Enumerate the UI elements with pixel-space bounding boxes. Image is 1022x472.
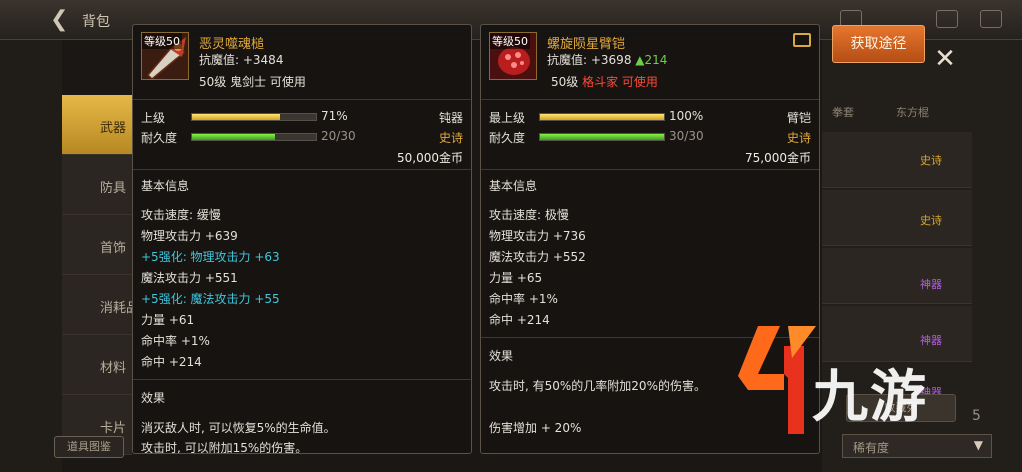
section-basic-info: 基本信息: [489, 179, 538, 193]
item-type: 钝器: [438, 111, 463, 125]
list-item[interactable]: [822, 132, 972, 188]
usage-prefix: 50级: [551, 75, 583, 89]
sort-select-label: 稀有度: [853, 441, 890, 455]
resist-label: 抗魔值:: [199, 53, 243, 67]
category-tabs: 武器 防具 首饰 消耗品 材料 卡片: [62, 95, 132, 455]
item-codex-button[interactable]: 道具图鉴: [54, 436, 124, 458]
resist-number: +3698: [590, 53, 632, 67]
stat-line: 命中率 +1%: [489, 292, 558, 306]
durability-bar-fill: [540, 134, 664, 140]
column-header-fist: 拳套: [832, 106, 854, 119]
resist-value: 抗魔值: +3484: [199, 51, 283, 68]
usage-suffix: 可使用: [618, 75, 658, 89]
durability-bar-fill: [192, 134, 275, 140]
effect-line: 消灭敌人时, 可以恢复5%的生命值。: [141, 421, 336, 435]
item-name: 螺旋陨星臂铠: [547, 37, 626, 52]
rarity-tag: 神器: [920, 334, 942, 347]
tab-accessory[interactable]: 首饰: [62, 215, 132, 275]
resist-number: +3484: [242, 53, 284, 67]
divider: [133, 99, 471, 100]
durability-value: 20/30: [321, 129, 356, 143]
column-header-staff: 东方棍: [896, 106, 929, 119]
rarity-label: 史诗: [438, 131, 463, 145]
durability-bar: [191, 133, 317, 141]
stat-line-enhance: +5强化: 物理攻击力 +63: [141, 250, 280, 264]
effect-line: 伤害增加 + 20%: [489, 421, 582, 435]
durability-label: 耐久度: [489, 131, 526, 145]
stat-line: 力量 +65: [489, 271, 543, 285]
usage-class: 格斗家: [582, 75, 619, 89]
usage-requirement: 50级 格斗家 可使用: [551, 73, 658, 90]
item-type: 臂铠: [786, 111, 811, 125]
left-gutter: [0, 40, 62, 472]
item-level-tag: 等级50: [490, 33, 530, 49]
stat-line: 攻击速度: 极慢: [489, 208, 569, 222]
page-number: 5: [972, 408, 981, 424]
page-title: 背包: [82, 14, 110, 30]
rarity-label: 史诗: [786, 131, 811, 145]
stat-line: 命中率 +1%: [141, 334, 210, 348]
effect-line: 攻击时, 有50%的几率附加20%的伤害。: [489, 379, 706, 393]
acquire-route-button[interactable]: 获取途径: [832, 25, 925, 63]
list-item[interactable]: [822, 190, 972, 246]
divider: [133, 169, 471, 170]
watermark-logo-icon: [738, 326, 816, 434]
divider: [481, 99, 819, 100]
grade-label: 最上级: [489, 111, 526, 125]
resist-value: 抗魔值: +3698 ▲214: [547, 51, 667, 68]
grade-bar: [191, 113, 317, 121]
divider: [481, 169, 819, 170]
item-level-tag: 等级50: [142, 33, 182, 49]
grade-bar-fill: [192, 114, 281, 120]
rarity-tag: 史诗: [920, 154, 942, 167]
section-basic-info: 基本信息: [141, 179, 190, 193]
menu-icon[interactable]: [980, 10, 1002, 28]
divider: [133, 379, 471, 380]
rarity-tag: 史诗: [920, 214, 942, 227]
tab-consumable[interactable]: 消耗品: [62, 275, 132, 335]
grade-bar-fill: [540, 114, 664, 120]
item-icon-gauntlet: 等级50: [489, 32, 537, 80]
tab-weapon[interactable]: 武器: [62, 95, 132, 155]
stat-line: 魔法攻击力 +552: [489, 250, 586, 264]
list-item[interactable]: [822, 248, 972, 304]
usage-requirement: 50级 鬼剑士 可使用: [199, 75, 306, 89]
chevron-down-icon: ▼: [973, 438, 983, 452]
effect-line: 攻击时, 可以附加15%的伤害。: [141, 441, 308, 454]
item-icon-mace: 等级50: [141, 32, 189, 80]
stat-line: 力量 +61: [141, 313, 195, 327]
item-price: 50,000金币: [397, 151, 463, 165]
resist-bonus: ▲214: [635, 53, 668, 67]
close-icon[interactable]: ✕: [930, 44, 960, 74]
section-effect: 效果: [141, 391, 166, 405]
stat-line: 攻击速度: 缓慢: [141, 208, 221, 222]
tab-armor[interactable]: 防具: [62, 155, 132, 215]
back-arrow-icon[interactable]: ❮: [50, 8, 74, 32]
stat-line: 命中 +214: [489, 313, 550, 327]
durability-value: 30/30: [669, 129, 704, 143]
item-name: 恶灵噬魂槌: [199, 37, 265, 52]
rarity-tag: 神器: [920, 278, 942, 291]
mail-icon[interactable]: [936, 10, 958, 28]
durability-label: 耐久度: [141, 131, 178, 145]
item-price: 75,000金币: [745, 151, 811, 165]
sort-select[interactable]: 稀有度 ▼: [842, 434, 992, 458]
stat-line: 命中 +214: [141, 355, 202, 369]
resist-label: 抗魔值:: [547, 53, 591, 67]
grade-percent: 71%: [321, 109, 348, 123]
watermark-text: 九游: [812, 365, 928, 430]
item-tooltip-left: 等级50 恶灵噬魂槌 抗魔值: +3484 50级 鬼剑士 可使用 上级 71%…: [132, 24, 472, 454]
grade-bar: [539, 113, 665, 121]
stat-line-enhance: +5强化: 魔法攻击力 +55: [141, 292, 280, 306]
durability-bar: [539, 133, 665, 141]
grade-label: 上级: [141, 111, 166, 125]
grade-percent: 100%: [669, 109, 704, 123]
section-effect: 效果: [489, 349, 514, 363]
share-icon[interactable]: [793, 33, 811, 47]
stat-line: 物理攻击力 +736: [489, 229, 586, 243]
tab-material[interactable]: 材料: [62, 335, 132, 395]
stat-line: 魔法攻击力 +551: [141, 271, 238, 285]
stat-line: 物理攻击力 +639: [141, 229, 238, 243]
